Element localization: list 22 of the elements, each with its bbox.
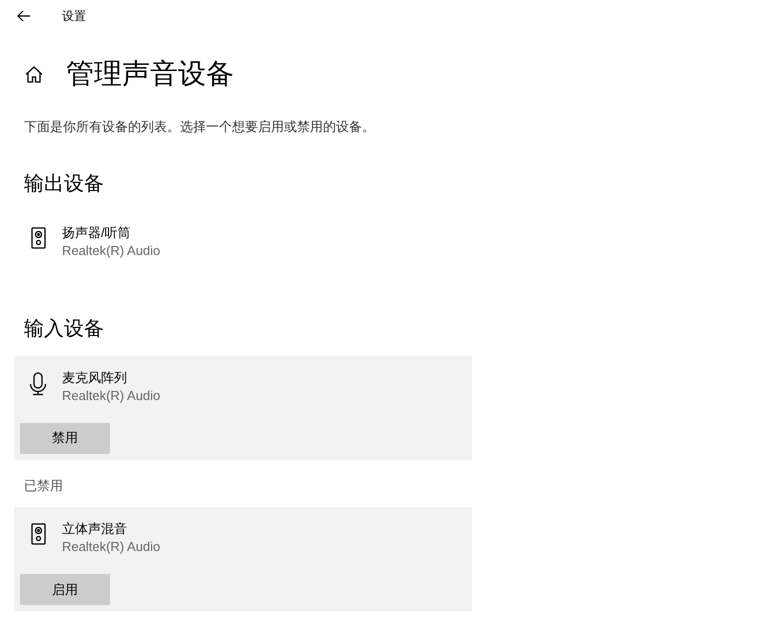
disabled-label: 已禁用 [24,476,64,494]
driver-name: Realtek(R) Audio [62,386,160,404]
device-name: 麦克风阵列 [62,368,128,386]
device-card[interactable]: 立体声混音 Realtek(R) Audio 启用 [14,507,472,611]
description-text: 下面是你所有设备的列表。选择一个想要启用或禁用的设备。 [24,118,376,136]
speaker-icon [30,523,46,545]
speaker-icon [30,226,46,248]
device-name: 立体声混音 [62,520,128,538]
driver-name: Realtek(R) Audio [62,242,160,260]
section-heading: 输出设备 [24,172,105,196]
device-card[interactable]: 麦克风阵列 Realtek(R) Audio 禁用 [14,356,472,460]
device-name: 扬声器/听筒 [62,224,132,242]
toggle-button[interactable]: 禁用 [20,422,110,454]
back-arrow-icon[interactable] [17,10,31,22]
driver-name: Realtek(R) Audio [62,538,160,556]
device-row[interactable]: 扬声器/听筒 Realtek(R) Audio [14,210,472,266]
toggle-button[interactable]: 启用 [20,574,110,605]
section-heading: 输入设备 [24,316,105,342]
microphone-icon [29,372,47,396]
home-icon[interactable] [25,66,43,82]
window-title: 设置 [62,8,86,25]
page-title: 管理声音设备 [66,60,234,88]
